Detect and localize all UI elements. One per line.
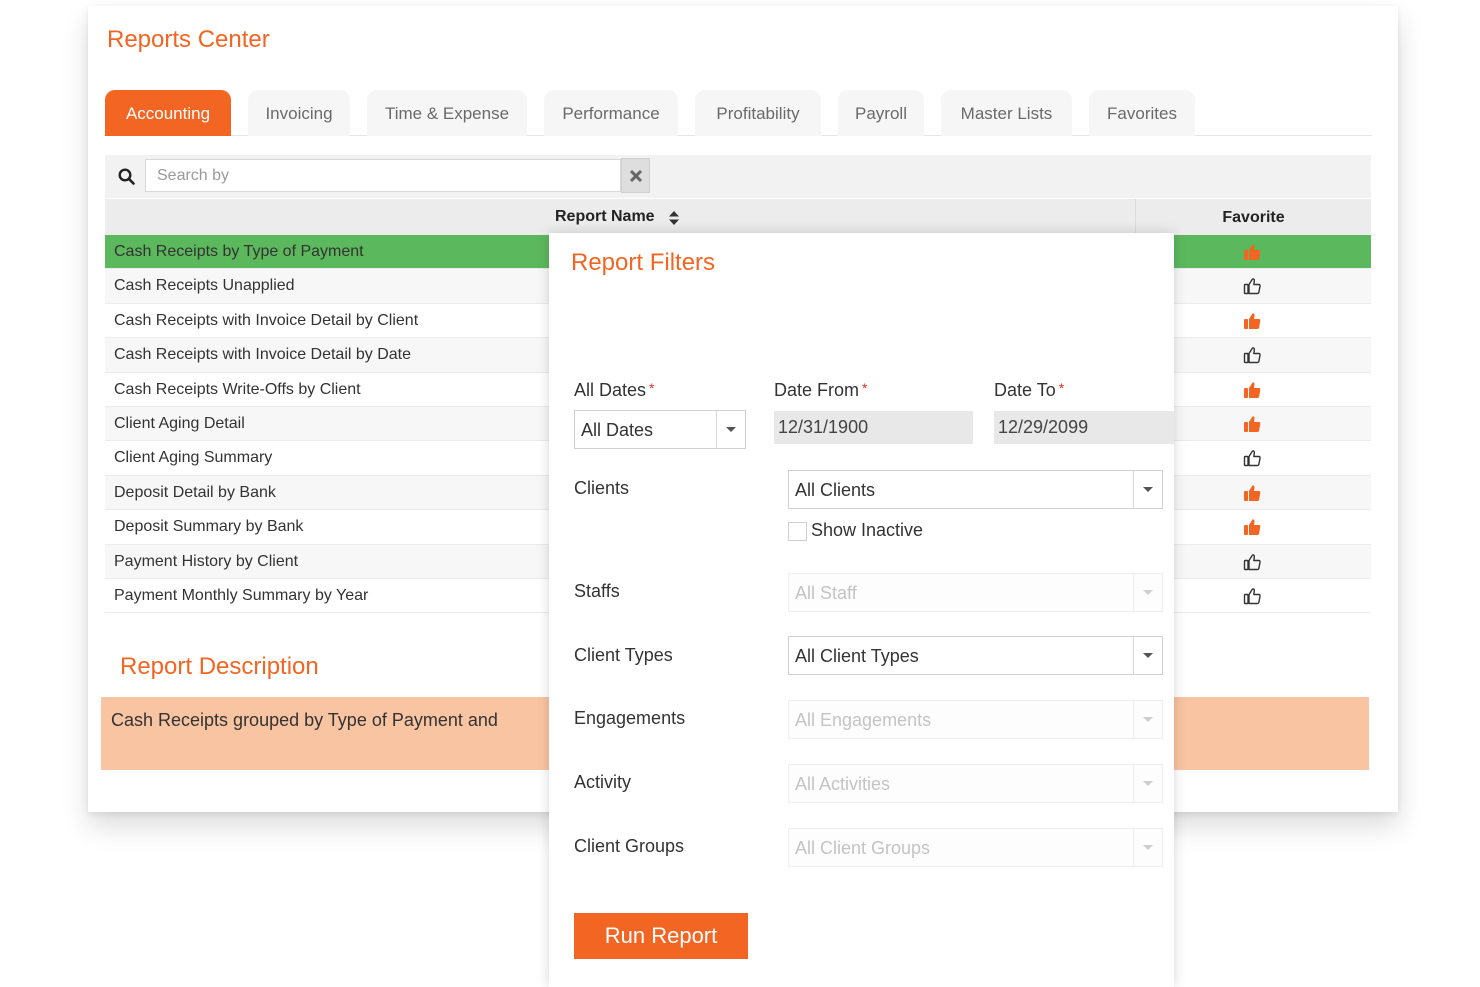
date-from-field[interactable]: 12/31/1900 [774,411,973,444]
report-name[interactable]: Cash Receipts Unapplied [114,277,295,295]
thumbs-up-outline-icon[interactable] [1242,276,1262,296]
clear-search-button[interactable] [621,158,650,193]
client-groups-select: All Client Groups [788,828,1163,867]
thumbs-up-outline-icon[interactable] [1242,552,1262,572]
thumbs-up-outline-icon[interactable] [1242,448,1262,468]
select-divider [716,411,717,448]
select-divider [1133,471,1134,508]
table-header: Report Name Favorite [105,199,1371,235]
report-filters-title: Report Filters [571,249,716,276]
tab-favorites[interactable]: Favorites [1089,90,1195,136]
required-marker: * [649,380,655,396]
chevron-down-icon [1143,717,1153,722]
search-icon[interactable] [117,167,137,187]
report-name[interactable]: Payment Monthly Summary by Year [114,587,368,605]
report-description-title: Report Description [120,653,319,680]
staffs-select: All Staff [788,573,1163,612]
clients-label: Clients [574,478,630,498]
report-name[interactable]: Client Aging Detail [114,415,245,433]
date-from-value: 12/31/1900 [778,417,869,437]
date-to-label: Date To * [994,380,1064,401]
report-name[interactable]: Deposit Summary by Bank [114,518,303,536]
report-name[interactable]: Client Aging Summary [114,449,272,467]
show-inactive-label: Show Inactive [811,520,924,540]
select-divider [1133,637,1134,674]
report-category-tabs: Accounting Invoicing Time & Expense Perf… [104,90,1372,136]
thumbs-up-filled-icon[interactable] [1242,517,1262,537]
all-dates-value: All Dates [581,420,654,440]
report-description-text: Cash Receipts grouped by Type of Payment… [111,710,498,730]
date-to-value: 12/29/2099 [998,417,1089,437]
activity-value: All Activities [795,774,891,794]
all-dates-select[interactable]: All Dates [574,410,746,449]
date-to-label-text: Date To [994,380,1056,400]
clients-select[interactable]: All Clients [788,470,1163,509]
client-groups-value: All Client Groups [795,838,931,858]
select-divider [1133,829,1134,866]
column-header-favorite: Favorite [1135,199,1371,235]
date-from-label: Date From * [774,380,867,401]
report-filters-dialog: Report Filters All Dates * Date From * Dat… [549,233,1174,987]
select-divider [1133,701,1134,738]
staffs-label: Staffs [574,581,620,601]
sort-icon[interactable] [668,210,680,226]
all-dates-label-text: All Dates [574,380,647,400]
page-title: Reports Center [107,26,270,53]
engagements-label: Engagements [574,708,686,728]
tab-time-expense[interactable]: Time & Expense [367,90,527,136]
show-inactive-checkbox[interactable] [788,522,807,541]
chevron-down-icon [1143,845,1153,850]
thumbs-up-outline-icon[interactable] [1242,345,1262,365]
date-to-field[interactable]: 12/29/2099 [994,411,1174,444]
date-from-label-text: Date From [774,380,860,400]
select-divider [1133,765,1134,802]
client-types-select[interactable]: All Client Types [788,636,1163,675]
select-divider [1133,574,1134,611]
thumbs-up-outline-icon[interactable] [1242,586,1262,606]
report-name[interactable]: Payment History by Client [114,553,298,571]
tab-master-lists[interactable]: Master Lists [941,90,1072,136]
tab-profitability[interactable]: Profitability [695,90,821,136]
client-types-label: Client Types [574,645,673,665]
report-name[interactable]: Cash Receipts Write-Offs by Client [114,381,361,399]
engagements-select: All Engagements [788,700,1163,739]
report-name[interactable]: Cash Receipts with Invoice Detail by Dat… [114,346,411,364]
engagements-value: All Engagements [795,710,932,730]
chevron-down-icon [1143,487,1153,492]
thumbs-up-filled-icon[interactable] [1242,311,1262,331]
activity-select: All Activities [788,764,1163,803]
column-header-report-name[interactable]: Report Name [555,208,655,226]
client-groups-label: Client Groups [574,836,685,856]
chevron-down-icon [1143,653,1153,658]
report-name[interactable]: Cash Receipts with Invoice Detail by Cli… [114,312,418,330]
all-dates-label: All Dates * [574,380,654,401]
chevron-down-icon [1143,590,1153,595]
thumbs-up-filled-icon[interactable] [1242,242,1262,262]
clients-value: All Clients [795,480,876,500]
activity-label: Activity [574,772,632,792]
client-types-value: All Client Types [795,646,919,666]
tab-accounting[interactable]: Accounting [105,90,231,136]
report-name[interactable]: Cash Receipts by Type of Payment [114,243,364,261]
thumbs-up-filled-icon[interactable] [1242,380,1262,400]
chevron-down-icon [1143,781,1153,786]
close-icon [629,169,643,183]
required-marker: * [1058,380,1065,396]
thumbs-up-filled-icon[interactable] [1242,483,1262,503]
chevron-down-icon [726,427,736,432]
search-bar [105,155,1371,198]
thumbs-up-filled-icon[interactable] [1242,414,1262,434]
run-report-button[interactable]: Run Report [574,913,748,959]
report-name[interactable]: Deposit Detail by Bank [114,484,276,502]
required-marker: * [862,380,868,396]
tab-invoicing[interactable]: Invoicing [248,90,350,136]
tab-payroll[interactable]: Payroll [838,90,924,136]
tab-performance[interactable]: Performance [544,90,678,136]
search-input[interactable] [145,159,621,192]
staffs-value: All Staff [795,583,857,603]
